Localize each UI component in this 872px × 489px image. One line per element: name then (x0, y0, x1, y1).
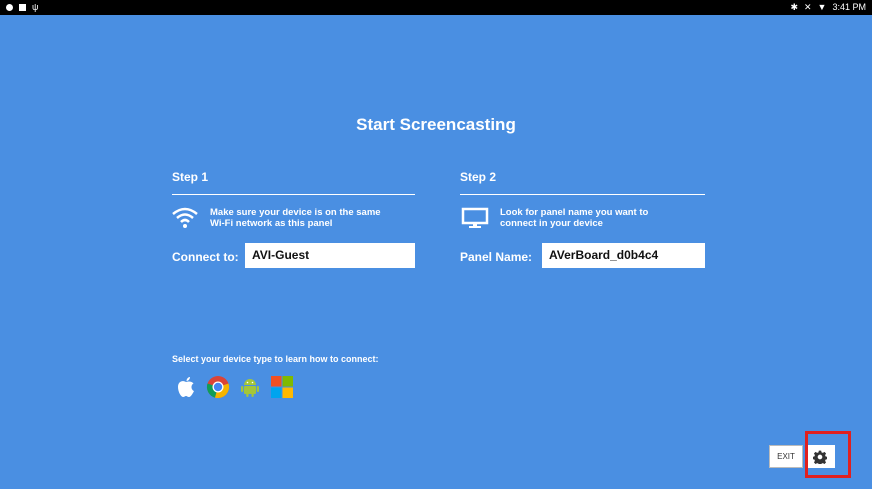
monitor-icon (461, 207, 489, 228)
status-time: 3:41 PM (832, 2, 866, 12)
page-title: Start Screencasting (356, 115, 516, 134)
android-icon[interactable] (238, 375, 262, 399)
apple-icon[interactable] (174, 375, 198, 399)
step2-title: Step 2 (460, 170, 497, 184)
chrome-icon[interactable] (206, 375, 230, 399)
wifi-status-icon: ▼ (817, 2, 827, 12)
highlight-box (805, 431, 851, 478)
step1-divider (172, 194, 415, 195)
status-bar: ψ ✱ ✕ ▼ 3:41 PM (0, 0, 872, 15)
device-select-prompt: Select your device type to learn how to … (172, 354, 379, 364)
step1-description: Make sure your device is on the same Wi-… (210, 207, 381, 229)
step1-title: Step 1 (172, 170, 209, 184)
volume-mute-icon: ✕ (804, 2, 812, 12)
connect-to-label: Connect to: (172, 250, 239, 264)
step2-description: Look for panel name you want to connect … (500, 207, 649, 229)
panel-name-field: AVerBoard_d0b4c4 (542, 243, 705, 268)
windows-icon[interactable] (270, 375, 294, 399)
step2-divider (460, 194, 705, 195)
panel-name-label: Panel Name: (460, 250, 533, 264)
notification-dot-icon (6, 4, 13, 11)
device-type-list (174, 375, 294, 399)
usb-icon: ψ (32, 2, 39, 12)
bluetooth-icon: ✱ (790, 2, 798, 12)
image-notification-icon (19, 4, 26, 11)
exit-button[interactable]: EXIT (769, 445, 803, 468)
wifi-icon (172, 207, 198, 228)
connect-to-field: AVI-Guest (245, 243, 415, 268)
